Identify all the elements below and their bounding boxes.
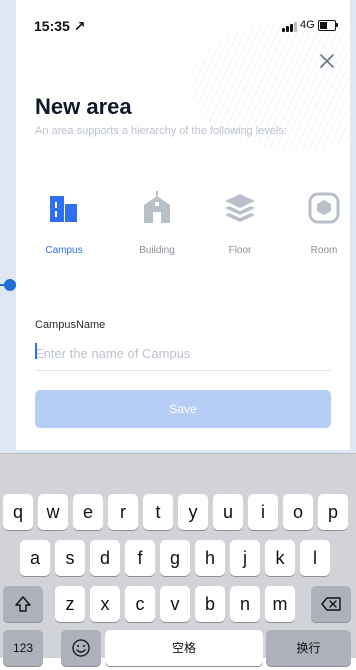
- key-o[interactable]: o: [283, 494, 313, 530]
- key-s[interactable]: s: [55, 540, 85, 576]
- signal-icon: [282, 22, 297, 32]
- key-n[interactable]: n: [230, 586, 260, 622]
- input-underline: [35, 370, 331, 371]
- key-w[interactable]: w: [38, 494, 68, 530]
- level-selector: Campus Building Floor Room: [24, 190, 350, 270]
- campus-name-label: CampusName: [35, 319, 106, 331]
- level-label: Room: [310, 245, 338, 256]
- page-subtitle: An area supports a hierarchy of the foll…: [35, 125, 287, 137]
- drag-handle[interactable]: [4, 279, 16, 291]
- status-bar: 15:35 ↗ 4G: [16, 0, 350, 40]
- save-button[interactable]: Save: [35, 390, 331, 428]
- key-j[interactable]: j: [230, 540, 260, 576]
- key-d[interactable]: d: [90, 540, 120, 576]
- key-g[interactable]: g: [160, 540, 190, 576]
- battery-tip: [336, 23, 338, 27]
- key-u[interactable]: u: [213, 494, 243, 530]
- campus-name-input[interactable]: [35, 340, 331, 366]
- delete-icon: [321, 597, 341, 611]
- level-label: Building: [139, 245, 175, 256]
- text-cursor: [35, 343, 37, 359]
- key-q[interactable]: q: [3, 494, 33, 530]
- key-c[interactable]: c: [125, 586, 155, 622]
- key-e[interactable]: e: [73, 494, 103, 530]
- key-t[interactable]: t: [143, 494, 173, 530]
- network-type: 4G: [300, 19, 315, 31]
- key-f[interactable]: f: [125, 540, 155, 576]
- building-icon: [144, 191, 170, 223]
- key-y[interactable]: y: [178, 494, 208, 530]
- battery-icon: [318, 20, 336, 31]
- level-room[interactable]: Room: [284, 190, 350, 270]
- return-key[interactable]: 换行: [266, 630, 351, 666]
- app-frame: 15:35 ↗ 4G New area An area supports a h…: [0, 0, 356, 666]
- shift-key[interactable]: [3, 586, 43, 622]
- level-floor[interactable]: Floor: [200, 190, 280, 270]
- key-x[interactable]: x: [90, 586, 120, 622]
- key-p[interactable]: p: [318, 494, 348, 530]
- key-b[interactable]: b: [195, 586, 225, 622]
- numbers-key[interactable]: 123: [3, 630, 43, 666]
- delete-key[interactable]: [311, 586, 351, 622]
- shift-icon: [15, 596, 31, 612]
- floor-icon: [225, 194, 255, 222]
- page-title: New area: [35, 94, 132, 119]
- key-m[interactable]: m: [265, 586, 295, 622]
- level-label: Floor: [228, 245, 252, 256]
- room-icon: [308, 192, 340, 224]
- keyboard: q w e r t y u i o p a s d f g h j k l z …: [0, 453, 356, 666]
- key-z[interactable]: z: [55, 586, 85, 622]
- key-v[interactable]: v: [160, 586, 190, 622]
- key-a[interactable]: a: [20, 540, 50, 576]
- new-area-sheet: 15:35 ↗ 4G New area An area supports a h…: [16, 0, 350, 450]
- emoji-icon: [72, 639, 90, 657]
- key-k[interactable]: k: [265, 540, 295, 576]
- status-time: 15:35 ↗: [34, 18, 86, 34]
- emoji-key[interactable]: [61, 630, 101, 666]
- close-icon[interactable]: [316, 50, 338, 72]
- key-i[interactable]: i: [248, 494, 278, 530]
- level-campus[interactable]: Campus: [24, 190, 104, 270]
- level-building[interactable]: Building: [117, 190, 197, 270]
- space-key[interactable]: 空格: [105, 630, 263, 666]
- campus-icon: [50, 196, 77, 222]
- key-r[interactable]: r: [108, 494, 138, 530]
- level-label: Campus: [45, 245, 83, 256]
- key-h[interactable]: h: [195, 540, 225, 576]
- key-l[interactable]: l: [300, 540, 330, 576]
